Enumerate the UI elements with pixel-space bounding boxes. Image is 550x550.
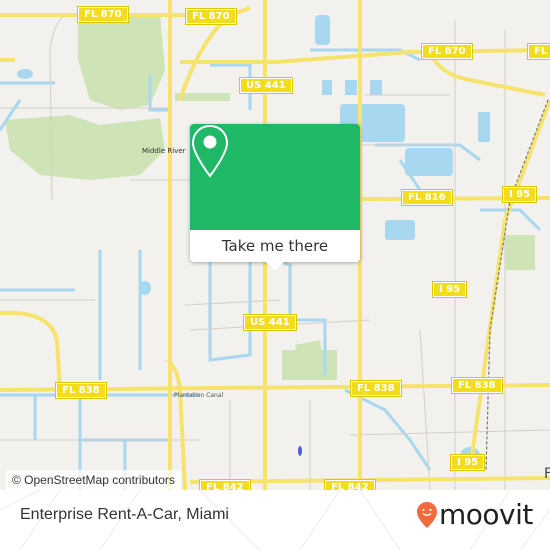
road-shield-fl-838: FL 838: [350, 380, 402, 397]
road-shield-fl-partial: FL: [526, 43, 550, 60]
road-shield-fl-842: FL 842: [324, 479, 376, 490]
location-pin-icon: [191, 124, 229, 178]
road-shield-us-441: US 441: [243, 314, 297, 331]
map-attribution[interactable]: © OpenStreetMap contributors: [6, 470, 181, 490]
road-shield-fl-870: FL 870: [421, 43, 473, 60]
moovit-logo[interactable]: moovit: [416, 498, 533, 531]
road-shield-fl-838: FL 838: [55, 382, 107, 399]
road-shield-fl-842: FL 842: [199, 479, 251, 490]
map[interactable]: FL 870 FL 870 FL 870 FL US 441 US 441 FL…: [0, 0, 550, 490]
moovit-wordmark: moovit: [439, 498, 533, 531]
take-me-there-button[interactable]: Take me there: [190, 230, 360, 262]
place-name: Enterprise Rent-A-Car, Miami: [20, 506, 229, 523]
popup-pointer: [266, 262, 284, 271]
take-me-there-popup[interactable]: Take me there: [190, 124, 360, 271]
road-shield-i-95: I 95: [449, 454, 486, 471]
road-shield-i-95: I 95: [431, 281, 468, 298]
road-shield-fl-870: FL 870: [185, 8, 237, 25]
place-label-edge: F: [544, 466, 550, 482]
footer-bar: Enterprise Rent-A-Car, Miami moovit: [0, 490, 550, 550]
road-shield-fl-870: FL 870: [77, 6, 129, 23]
road-shield-fl-816: FL 816: [401, 189, 453, 206]
moovit-pin-icon: [417, 501, 437, 528]
place-label-plantation-canal: Plantation Canal: [174, 392, 224, 399]
place-label-middle-river: Middle River: [142, 147, 186, 155]
road-shield-us-441: US 441: [239, 77, 293, 94]
small-water-marker: [298, 446, 302, 456]
popup-header[interactable]: [190, 124, 360, 230]
road-shield-i-95: I 95: [501, 186, 538, 203]
road-shield-fl-838: FL 838: [451, 377, 503, 394]
